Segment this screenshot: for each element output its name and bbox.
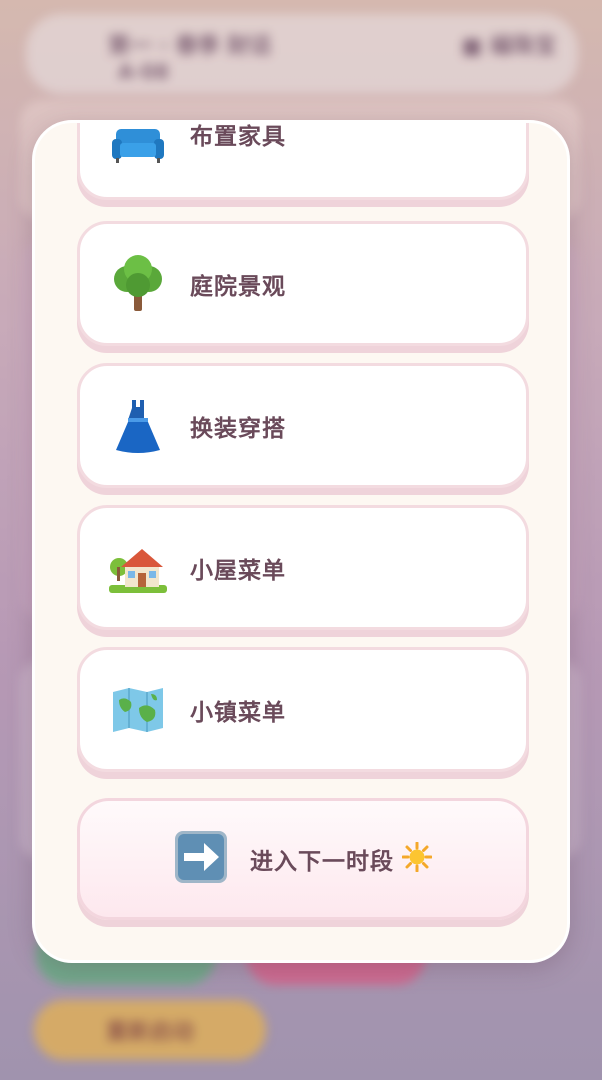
- menu-item-label: 布置家具: [190, 124, 286, 150]
- right-arrow-icon: [174, 830, 228, 888]
- menu-list: 布置家具 庭院景观 换装穿搭 小屋菜单 小镇菜单 进入下一时段: [35, 123, 567, 960]
- menu-item-label: 庭院景观: [190, 273, 286, 300]
- next-period-button[interactable]: 进入下一时段: [77, 798, 529, 920]
- dress-icon: [108, 396, 168, 456]
- map-icon: [108, 680, 168, 740]
- tree-icon: [108, 254, 168, 314]
- menu-item-outfit[interactable]: 换装穿搭: [77, 363, 529, 488]
- next-period-label: 进入下一时段: [250, 849, 394, 875]
- menu-item-town[interactable]: 小镇菜单: [77, 647, 529, 772]
- menu-item-label: 小镇菜单: [190, 699, 286, 726]
- menu-item-label: 换装穿搭: [190, 415, 286, 442]
- menu-item-label: 小屋菜单: [190, 557, 286, 584]
- house-icon: [108, 538, 168, 598]
- menu-item-furniture[interactable]: 布置家具: [77, 123, 529, 200]
- menu-item-house[interactable]: 小屋菜单: [77, 505, 529, 630]
- sofa-icon: [108, 123, 168, 175]
- sun-icon: [401, 841, 433, 876]
- menu-modal: 布置家具 庭院景观 换装穿搭 小屋菜单 小镇菜单 进入下一时段: [32, 120, 570, 963]
- menu-item-garden[interactable]: 庭院景观: [77, 221, 529, 346]
